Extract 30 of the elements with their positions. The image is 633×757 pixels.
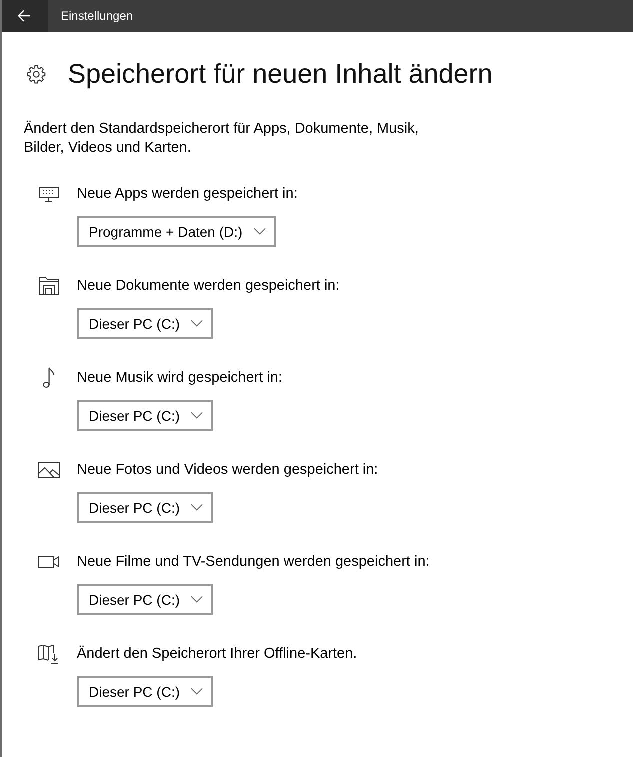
drive-dropdown[interactable]: Dieser PC (C:) [77,492,214,523]
caret-icon [191,320,204,327]
setting-label: Neue Dokumente werden gespeichert in: [77,277,340,296]
setting-label: Neue Musik wird gespeichert in: [77,369,283,388]
page-title: Speicherort für neuen Inhalt ändern [68,58,493,91]
caret-icon [254,228,266,235]
description: Ändert den Standardspeicherort für Apps, Dokumente, Musik, Bilder, Videos und Karten. [24,120,420,158]
caret-icon [191,412,204,419]
drive-dropdown[interactable]: Programme + Daten (D:) [77,216,276,247]
video-camera-icon [38,556,60,568]
map-download-icon [38,644,59,664]
setting-label: Neue Fotos und Videos werden gespeichert in: [77,461,378,480]
caret-icon [191,596,204,603]
drive-dropdown[interactable]: Dieser PC (C:) [77,400,214,431]
folder-icon [38,277,58,295]
drive-dropdown[interactable]: Dieser PC (C:) [77,584,214,615]
caret-icon [191,504,204,511]
setting-label: Neue Apps werden gespeichert in: [77,185,298,204]
window-title: Einstellungen [61,9,134,23]
picture-icon [38,462,60,478]
drive-dropdown[interactable]: Dieser PC (C:) [77,308,214,339]
setting-label: Ändert den Speicherort Ihrer Offline-Karten. [77,644,358,664]
setting-label: Neue Filme und TV-Sendungen werden gespeichert in: [77,553,430,572]
drive-dropdown[interactable]: Dieser PC (C:) [77,676,214,707]
music-note-icon [42,367,54,389]
back-button[interactable] [2,0,48,32]
keyboard-monitor-icon [38,186,58,202]
settings-icon [27,64,46,84]
caret-icon [191,688,204,695]
back-arrow-icon [18,10,30,22]
